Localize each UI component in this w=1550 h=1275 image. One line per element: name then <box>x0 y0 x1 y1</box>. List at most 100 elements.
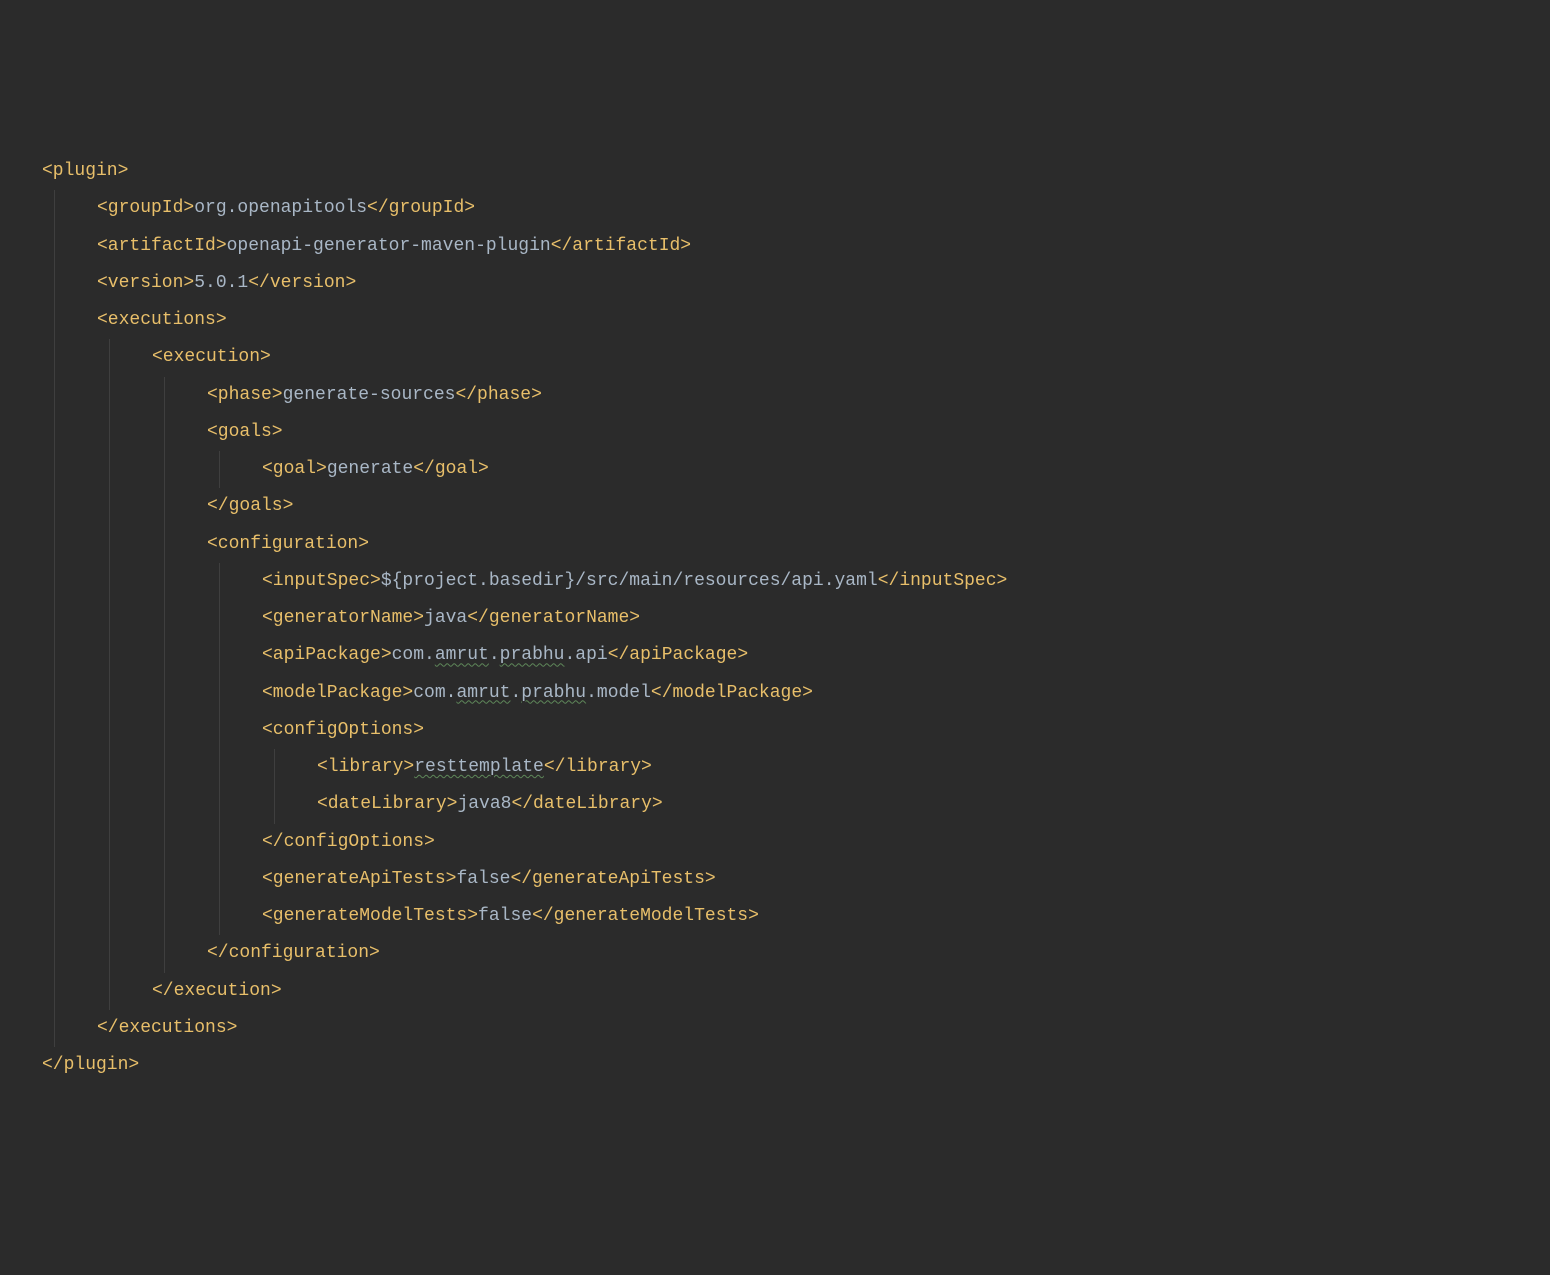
code-token: </goal> <box>413 459 489 479</box>
code-token: </goals> <box>207 496 293 516</box>
code-token: <inputSpec> <box>262 571 381 591</box>
code-line[interactable]: <configuration> <box>42 526 1550 563</box>
code-token: generate <box>327 459 413 479</box>
code-token: </configuration> <box>207 943 380 963</box>
code-token: false <box>478 906 532 926</box>
code-token: <execution> <box>152 347 271 367</box>
code-content: <library>resttemplate</library> <box>42 749 652 786</box>
code-token: org.openapitools <box>194 198 367 218</box>
code-token: </dateLibrary> <box>511 794 662 814</box>
code-token: <generateApiTests> <box>262 869 456 889</box>
code-line[interactable]: </configOptions> <box>42 824 1550 861</box>
code-token: <modelPackage> <box>262 683 413 703</box>
code-content: <executions> <box>42 302 227 339</box>
code-token: <plugin> <box>42 161 128 181</box>
code-token: prabhu <box>500 645 565 665</box>
code-token: <apiPackage> <box>262 645 392 665</box>
code-token: amrut <box>456 683 510 703</box>
code-token: java8 <box>457 794 511 814</box>
code-line[interactable]: </goals> <box>42 488 1550 525</box>
code-token: </artifactId> <box>551 236 691 256</box>
code-line[interactable]: <phase>generate-sources</phase> <box>42 377 1550 414</box>
code-token: </configOptions> <box>262 832 435 852</box>
code-token: </version> <box>248 273 356 293</box>
code-token: amrut <box>435 645 489 665</box>
code-token: </library> <box>544 757 652 777</box>
code-line[interactable]: <plugin> <box>42 153 1550 190</box>
code-line[interactable]: <executions> <box>42 302 1550 339</box>
code-line[interactable]: <artifactId>openapi-generator-maven-plug… <box>42 228 1550 265</box>
code-token: false <box>456 869 510 889</box>
code-token: </executions> <box>97 1018 237 1038</box>
code-content: </configuration> <box>42 935 380 972</box>
code-line[interactable]: <goal>generate</goal> <box>42 451 1550 488</box>
code-editor[interactable]: <plugin> <groupId>org.openapitools</group… <box>0 153 1550 1084</box>
code-line[interactable]: <version>5.0.1</version> <box>42 265 1550 302</box>
code-content: <modelPackage>com.amrut.prabhu.model</mo… <box>42 675 813 712</box>
code-line[interactable]: </execution> <box>42 973 1550 1010</box>
code-token: resttemplate <box>414 757 544 777</box>
code-token: <dateLibrary> <box>317 794 457 814</box>
code-line[interactable]: <generatorName>java</generatorName> <box>42 600 1550 637</box>
code-line[interactable]: </executions> <box>42 1010 1550 1047</box>
code-line[interactable]: <configOptions> <box>42 712 1550 749</box>
code-content: </executions> <box>42 1010 237 1047</box>
code-token: </plugin> <box>42 1055 139 1075</box>
code-content: </configOptions> <box>42 824 435 861</box>
code-content: <version>5.0.1</version> <box>42 265 356 302</box>
code-line[interactable]: <inputSpec>${project.basedir}/src/main/r… <box>42 563 1550 600</box>
code-token: <goals> <box>207 422 283 442</box>
code-token: <groupId> <box>97 198 194 218</box>
code-token: . <box>489 645 500 665</box>
code-token: prabhu <box>521 683 586 703</box>
code-line[interactable]: <generateModelTests>false</generateModel… <box>42 898 1550 935</box>
code-line[interactable]: <dateLibrary>java8</dateLibrary> <box>42 786 1550 823</box>
code-line[interactable]: <apiPackage>com.amrut.prabhu.api</apiPac… <box>42 637 1550 674</box>
code-content: <phase>generate-sources</phase> <box>42 377 542 414</box>
code-line[interactable]: <execution> <box>42 339 1550 376</box>
code-token: <version> <box>97 273 194 293</box>
code-token: <library> <box>317 757 414 777</box>
code-token: </apiPackage> <box>608 645 748 665</box>
code-token: .api <box>564 645 607 665</box>
code-content: </goals> <box>42 488 293 525</box>
code-token: </groupId> <box>367 198 475 218</box>
code-line[interactable]: <modelPackage>com.amrut.prabhu.model</mo… <box>42 675 1550 712</box>
code-token: </inputSpec> <box>878 571 1008 591</box>
code-token: </execution> <box>152 981 282 1001</box>
code-token: <phase> <box>207 385 283 405</box>
code-content: <generateApiTests>false</generateApiTest… <box>42 861 716 898</box>
code-content: <apiPackage>com.amrut.prabhu.api</apiPac… <box>42 637 748 674</box>
code-line[interactable]: <generateApiTests>false</generateApiTest… <box>42 861 1550 898</box>
code-content: <generatorName>java</generatorName> <box>42 600 640 637</box>
code-content: <generateModelTests>false</generateModel… <box>42 898 759 935</box>
code-line[interactable]: <goals> <box>42 414 1550 451</box>
code-token: com. <box>413 683 456 703</box>
code-token: com. <box>392 645 435 665</box>
code-token: <artifactId> <box>97 236 227 256</box>
code-token: </phase> <box>455 385 541 405</box>
code-line[interactable]: <library>resttemplate</library> <box>42 749 1550 786</box>
code-token: . <box>510 683 521 703</box>
code-content: <execution> <box>42 339 271 376</box>
code-content: </execution> <box>42 973 282 1010</box>
code-token: <configOptions> <box>262 720 424 740</box>
code-content: <groupId>org.openapitools</groupId> <box>42 190 475 227</box>
code-token: 5.0.1 <box>194 273 248 293</box>
code-line[interactable]: </plugin> <box>42 1047 1550 1084</box>
code-token: <configuration> <box>207 534 369 554</box>
code-token: java <box>424 608 467 628</box>
code-content: <artifactId>openapi-generator-maven-plug… <box>42 228 691 265</box>
code-token: <generatorName> <box>262 608 424 628</box>
code-token: openapi-generator-maven-plugin <box>227 236 551 256</box>
code-token: <goal> <box>262 459 327 479</box>
code-token: <generateModelTests> <box>262 906 478 926</box>
code-content: <dateLibrary>java8</dateLibrary> <box>42 786 663 823</box>
code-token: </modelPackage> <box>651 683 813 703</box>
code-content: <plugin> <box>42 153 128 190</box>
code-token: </generateModelTests> <box>532 906 759 926</box>
code-content: </plugin> <box>42 1047 139 1084</box>
code-content: <goals> <box>42 414 283 451</box>
code-line[interactable]: <groupId>org.openapitools</groupId> <box>42 190 1550 227</box>
code-line[interactable]: </configuration> <box>42 935 1550 972</box>
